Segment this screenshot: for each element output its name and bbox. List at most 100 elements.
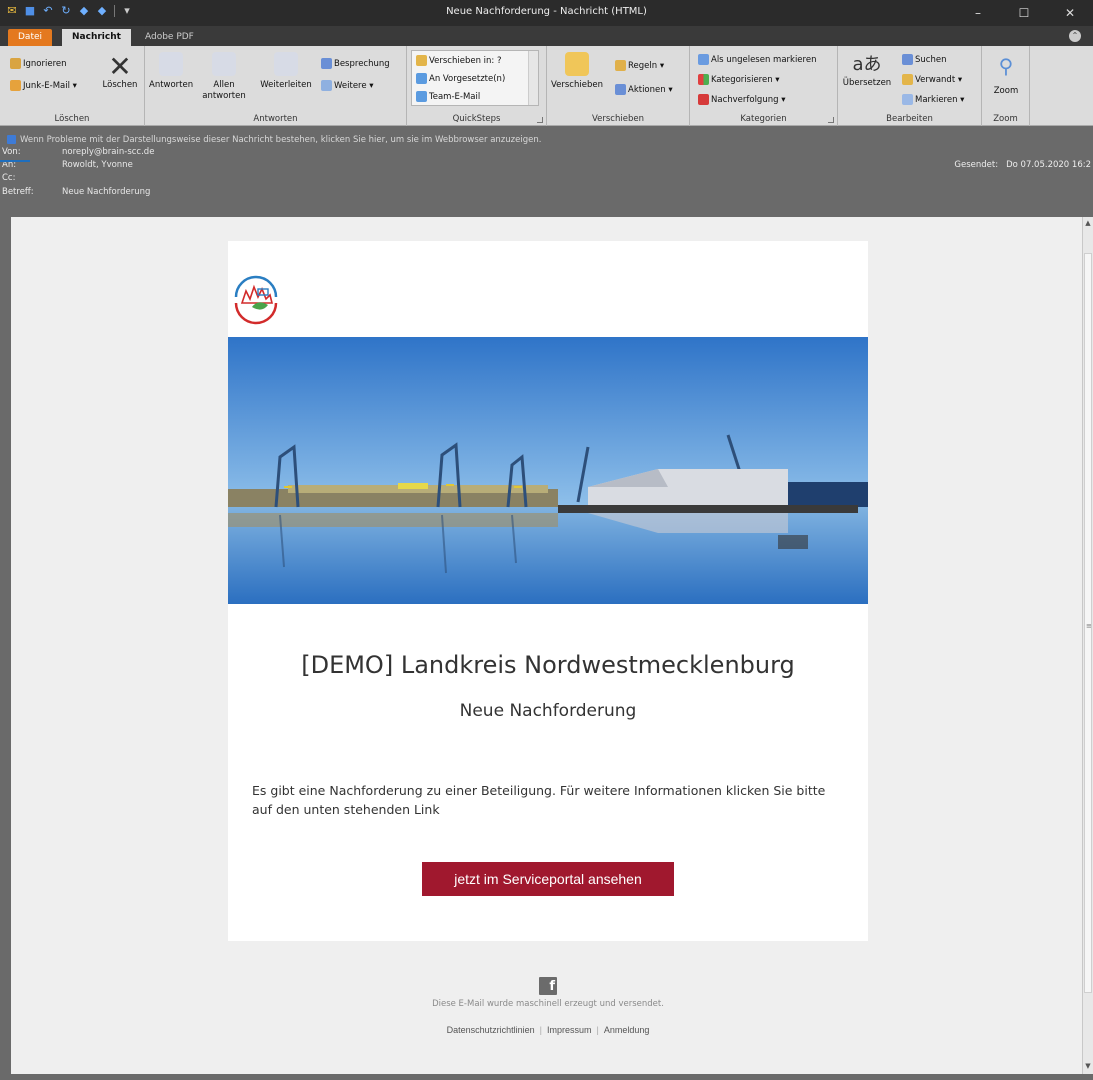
reply-all-label-2: antworten	[202, 91, 246, 101]
close-button[interactable]: ✕	[1047, 0, 1093, 26]
forward-label: Weiterleiten	[260, 80, 312, 90]
related-button[interactable]: Verwandt ▾	[902, 74, 962, 86]
scroll-down-icon[interactable]: ▼	[1084, 1062, 1092, 1072]
ribbon: Ignorieren Junk-E-Mail ▾ ✕ Löschen Lösch…	[0, 46, 1093, 126]
follow-up-label: Nachverfolgung ▾	[711, 95, 786, 105]
display-problem-notice[interactable]: Wenn Probleme mit der Darstellungsweise …	[7, 135, 541, 145]
ignorieren-button[interactable]: Ignorieren	[10, 58, 67, 70]
tab-datei[interactable]: Datei	[8, 29, 53, 46]
message-header: Wenn Probleme mit der Darstellungsweise …	[0, 127, 1093, 217]
actions-icon	[615, 84, 626, 95]
ignore-icon	[10, 58, 21, 69]
to-value[interactable]: Rowoldt, Yvonne	[62, 160, 133, 170]
group-label-quicksteps: QuickSteps	[452, 114, 501, 124]
mark-unread-button[interactable]: Als ungelesen markieren	[698, 54, 816, 66]
junk-button[interactable]: Junk-E-Mail ▾	[10, 80, 77, 92]
quicksteps-launcher-icon[interactable]	[537, 117, 543, 123]
categorize-button[interactable]: Kategorisieren ▾	[698, 74, 780, 86]
link-separator: |	[596, 1025, 599, 1035]
vertical-scrollbar[interactable]: ▲ ≡ ▼	[1082, 217, 1093, 1074]
more-respond-label: Weitere ▾	[334, 81, 374, 91]
kategorien-launcher-icon[interactable]	[828, 117, 834, 123]
group-zoom: ⚲ Zoom Zoom	[982, 46, 1030, 126]
find-button[interactable]: Suchen	[902, 54, 946, 66]
maximize-button[interactable]: ☐	[1001, 0, 1047, 26]
quickstep-move[interactable]: Verschieben in: ?	[416, 55, 502, 67]
tab-nachricht[interactable]: Nachricht	[62, 29, 131, 46]
move-folder-icon	[565, 52, 589, 76]
group-label-zoom: Zoom	[993, 114, 1018, 124]
reply-all-icon	[212, 52, 236, 76]
link-impressum[interactable]: Impressum	[547, 1025, 592, 1035]
ribbon-tabs: Datei Nachricht Adobe PDF ⌃	[0, 26, 1093, 46]
quickstep-manager[interactable]: An Vorgesetzte(n)	[416, 73, 505, 85]
email-body-text: Es gibt eine Nachforderung zu einer Bete…	[252, 783, 826, 817]
group-label-bearbeiten: Bearbeiten	[886, 114, 933, 124]
flag-icon	[698, 94, 709, 105]
find-icon	[902, 54, 913, 65]
quicksteps-scrollbar[interactable]	[528, 51, 538, 105]
harbor-photo	[228, 337, 868, 604]
related-label: Verwandt ▾	[915, 75, 963, 85]
email-card: [DEMO] Landkreis Nordwestmecklenburg Neu…	[228, 241, 868, 941]
junk-icon	[10, 80, 21, 91]
accent-line	[0, 160, 30, 162]
categorize-label: Kategorisieren ▾	[711, 75, 780, 85]
forward-button[interactable]: Weiterleiten	[257, 52, 315, 91]
translate-button[interactable]: aあ Übersetzen	[842, 52, 892, 89]
categorize-icon	[698, 74, 709, 85]
follow-up-button[interactable]: Nachverfolgung ▾	[698, 94, 785, 106]
group-kategorien: Als ungelesen markieren Kategorisieren ▾…	[690, 46, 838, 126]
mark-unread-label: Als ungelesen markieren	[711, 55, 817, 65]
quickstep-team-label: Team-E-Mail	[429, 92, 481, 102]
footer-links: Datenschutzrichtlinien | Impressum | Anmeldu…	[228, 1025, 868, 1035]
minimize-button[interactable]: –	[955, 0, 1001, 26]
window-controls: – ☐ ✕	[955, 0, 1093, 26]
select-icon	[902, 94, 913, 105]
quicksteps-gallery: Verschieben in: ? An Vorgesetzte(n) Team…	[411, 50, 539, 106]
subject-row: Betreff: Neue Nachforderung	[2, 187, 150, 197]
more-respond-button[interactable]: Weitere ▾	[321, 80, 374, 92]
reading-pane: [DEMO] Landkreis Nordwestmecklenburg Neu…	[0, 217, 1093, 1080]
reply-icon	[159, 52, 183, 76]
title-bar: ✉ ■ ↶ ↻ ◆ ◆ ▾ Neue Nachforderung - Nachr…	[0, 0, 1093, 26]
window-title: Neue Nachforderung - Nachricht (HTML)	[446, 6, 647, 17]
reply-all-button[interactable]: Allen antworten	[201, 52, 247, 102]
from-value[interactable]: noreply@brain-scc.de	[62, 147, 154, 157]
group-quicksteps: Verschieben in: ? An Vorgesetzte(n) Team…	[407, 46, 547, 126]
link-datenschutz[interactable]: Datenschutzrichtlinien	[447, 1025, 535, 1035]
find-label: Suchen	[915, 55, 947, 65]
more-respond-icon	[321, 80, 332, 91]
serviceportal-button[interactable]: jetzt im Serviceportal ansehen	[422, 862, 674, 896]
ribbon-collapse-icon[interactable]: ⌃	[1069, 30, 1081, 42]
delete-button[interactable]: ✕ Löschen	[100, 50, 140, 91]
ignorieren-label: Ignorieren	[23, 59, 67, 69]
facebook-icon[interactable]: f	[539, 977, 557, 995]
delete-x-icon: ✕	[108, 50, 132, 83]
reply-all-label-1: Allen	[213, 80, 235, 90]
team-email-icon	[416, 91, 427, 102]
actions-button[interactable]: Aktionen ▾	[615, 84, 673, 96]
tab-adobe-pdf[interactable]: Adobe PDF	[135, 29, 204, 46]
meeting-button[interactable]: Besprechung	[321, 58, 390, 70]
group-antworten: Antworten Allen antworten Weiterleiten B…	[145, 46, 407, 126]
email-subtitle: Neue Nachforderung	[459, 701, 637, 721]
junk-label: Junk-E-Mail ▾	[23, 81, 77, 91]
scroll-up-icon[interactable]: ▲	[1084, 219, 1092, 229]
reply-button[interactable]: Antworten	[149, 52, 193, 91]
move-button[interactable]: Verschieben	[551, 52, 603, 91]
mark-unread-icon	[698, 54, 709, 65]
from-label: Von:	[2, 147, 21, 157]
sent-row: Gesendet: Do 07.05.2020 16:2	[954, 160, 1091, 170]
quickstep-manager-label: An Vorgesetzte(n)	[429, 74, 506, 84]
landkreis-logo	[234, 275, 278, 325]
group-loeschen: Ignorieren Junk-E-Mail ▾ ✕ Löschen Lösch…	[0, 46, 145, 126]
zoom-button[interactable]: ⚲ Zoom	[986, 52, 1026, 97]
sent-value: Do 07.05.2020 16:2	[1006, 160, 1091, 170]
link-anmeldung[interactable]: Anmeldung	[604, 1025, 650, 1035]
rules-button[interactable]: Regeln ▾	[615, 60, 664, 72]
quickstep-team[interactable]: Team-E-Mail	[416, 91, 480, 103]
select-button[interactable]: Markieren ▾	[902, 94, 964, 106]
link-separator: |	[539, 1025, 542, 1035]
subject-value: Neue Nachforderung	[62, 187, 151, 197]
